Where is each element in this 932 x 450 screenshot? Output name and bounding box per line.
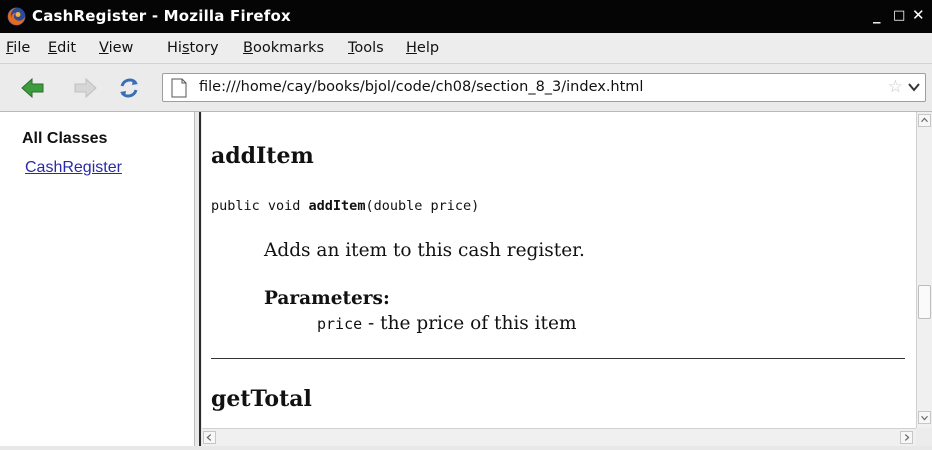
frame-divider[interactable] [194,112,202,450]
window-bottom-edge [0,446,932,450]
menu-bar: File Edit View History Bookmarks Tools H… [0,33,932,64]
menu-file[interactable]: File [6,40,30,56]
class-list-frame: All Classes CashRegister [0,112,194,450]
cashregister-class-link[interactable]: CashRegister [25,159,122,177]
menu-help[interactable]: Help [406,40,439,56]
back-arrow-icon[interactable] [20,76,46,100]
scroll-left-arrow-icon[interactable] [203,431,216,444]
page-icon [171,78,187,98]
frame-divider-line [199,112,201,450]
menu-view[interactable]: View [99,40,133,56]
scrollbar-corner [916,428,932,446]
bookmark-star-icon[interactable]: ☆ [888,77,903,97]
parameter-name: price [317,315,363,333]
url-text[interactable]: file:///home/cay/books/bjol/code/ch08/se… [199,79,643,95]
scroll-up-arrow-icon[interactable] [918,114,931,127]
section-divider [211,358,905,359]
method-heading-additem: addItem [211,143,314,169]
parameter-description: - the price of this item [362,313,577,334]
forward-arrow-icon[interactable] [72,76,98,100]
window-titlebar: CashRegister - Mozilla Firefox _ □ ✕ [0,0,932,33]
method-description: Adds an item to this cash register. [264,240,585,261]
reload-icon[interactable] [116,76,142,100]
menu-history[interactable]: History [167,40,219,56]
method-signature: public void addItem(double price) [211,198,480,214]
vertical-scrollbar[interactable] [916,112,932,428]
all-classes-heading: All Classes [22,130,108,147]
page-content: All Classes CashRegister addItem public … [0,112,932,450]
window-title: CashRegister - Mozilla Firefox [32,7,291,25]
dropdown-chevron-icon[interactable] [907,80,921,94]
method-heading-gettotal: getTotal [211,386,312,412]
maximize-button[interactable]: □ [893,8,905,23]
parameter-row: price - the price of this item [317,313,577,334]
close-button[interactable]: ✕ [912,6,925,24]
class-doc-frame: addItem public void addItem(double price… [202,112,916,428]
minimize-button[interactable]: _ [873,6,881,24]
firefox-logo-icon [7,7,26,26]
menu-tools[interactable]: Tools [348,40,384,56]
horizontal-scrollbar[interactable] [202,428,916,446]
vertical-scroll-thumb[interactable] [918,285,931,319]
scroll-down-arrow-icon[interactable] [918,411,931,424]
scroll-right-arrow-icon[interactable] [900,431,913,444]
url-bar[interactable]: file:///home/cay/books/bjol/code/ch08/se… [162,73,926,102]
menu-bookmarks[interactable]: Bookmarks [243,40,324,56]
parameters-label: Parameters: [264,288,390,309]
menu-edit[interactable]: Edit [48,40,76,56]
